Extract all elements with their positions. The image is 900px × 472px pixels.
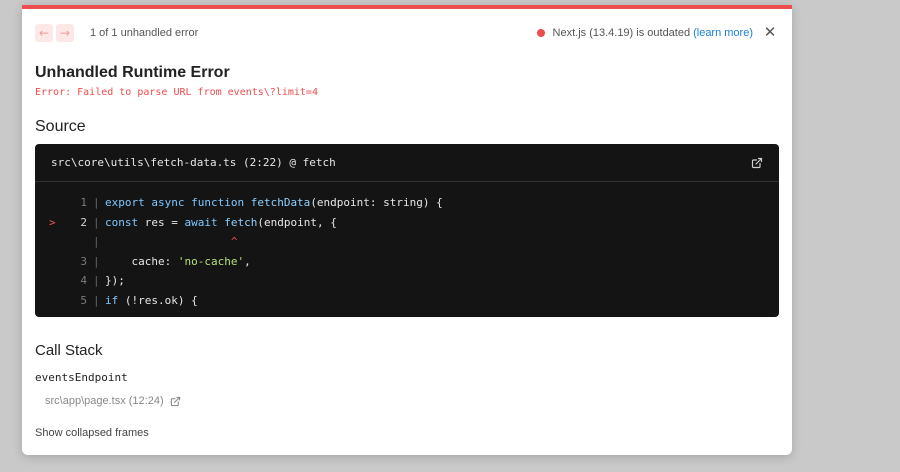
- error-count-label: 1 of 1 unhandled error: [90, 27, 199, 39]
- arrow-right-icon: →: [59, 26, 71, 40]
- external-link-icon[interactable]: [170, 396, 181, 407]
- error-caret: ^: [105, 235, 238, 249]
- code-line: 4 | });: [35, 271, 779, 291]
- status-dot-icon: [536, 29, 545, 37]
- stack-frame-location[interactable]: src\app\page.tsx (12:24): [45, 395, 181, 407]
- version-status: Next.js (13.4.19) is outdated (learn mor…: [536, 27, 753, 39]
- error-message: Error: Failed to parse URL from events\?…: [35, 87, 318, 98]
- previous-error-button[interactable]: ←: [35, 24, 53, 42]
- line-number: 1: [80, 196, 87, 210]
- overlay-toolbar: ← → 1 of 1 unhandled error Next.js (13.4…: [22, 9, 792, 57]
- arrow-left-icon: ←: [38, 26, 50, 40]
- code-line: 3 | cache: 'no-cache',: [35, 252, 779, 272]
- line-number: 4: [80, 274, 87, 288]
- show-collapsed-frames-button[interactable]: Show collapsed frames: [35, 427, 149, 439]
- line-number: 5: [80, 293, 87, 307]
- code-frame-header[interactable]: src\core\utils\fetch-data.ts (2:22) @ fe…: [35, 144, 779, 182]
- code-text: export async function fetchData(endpoint…: [105, 196, 443, 210]
- error-overlay-dialog: ← → 1 of 1 unhandled error Next.js (13.4…: [22, 5, 792, 455]
- source-file-path: src\core\utils\fetch-data.ts (2:22) @ fe…: [51, 156, 336, 169]
- call-stack-title: Call Stack: [35, 342, 103, 359]
- code-line-caret: | ^: [93, 235, 238, 249]
- code-line-highlighted: >2 | const res = await fetch(endpoint, {: [35, 213, 779, 233]
- code-text: const res = await fetch(endpoint, {: [105, 215, 337, 229]
- stack-frame-name: eventsEndpoint: [35, 371, 128, 384]
- next-error-button[interactable]: →: [56, 24, 74, 42]
- external-link-icon[interactable]: [751, 157, 763, 169]
- close-icon: ✕: [763, 23, 777, 41]
- code-text: if (!res.ok) {: [105, 293, 198, 307]
- code-lines: 1 | export async function fetchData(endpo…: [35, 182, 779, 310]
- line-number: >2: [49, 215, 87, 229]
- error-marker-icon: >: [49, 215, 56, 229]
- source-code-frame: src\core\utils\fetch-data.ts (2:22) @ fe…: [35, 144, 779, 317]
- stack-frame-path: src\app\page.tsx (12:24): [45, 395, 164, 407]
- close-button[interactable]: ✕: [762, 23, 778, 41]
- learn-more-link[interactable]: (learn more): [693, 27, 753, 39]
- error-title: Unhandled Runtime Error: [35, 64, 230, 81]
- code-line: 1 | export async function fetchData(endpo…: [35, 193, 779, 213]
- line-number: 3: [80, 254, 87, 268]
- version-text: Next.js (13.4.19) is outdated: [552, 27, 691, 39]
- code-text: cache: 'no-cache',: [105, 254, 251, 268]
- source-section-title: Source: [35, 118, 86, 135]
- code-line: 5 | if (!res.ok) {: [35, 291, 779, 311]
- code-text: });: [105, 274, 125, 288]
